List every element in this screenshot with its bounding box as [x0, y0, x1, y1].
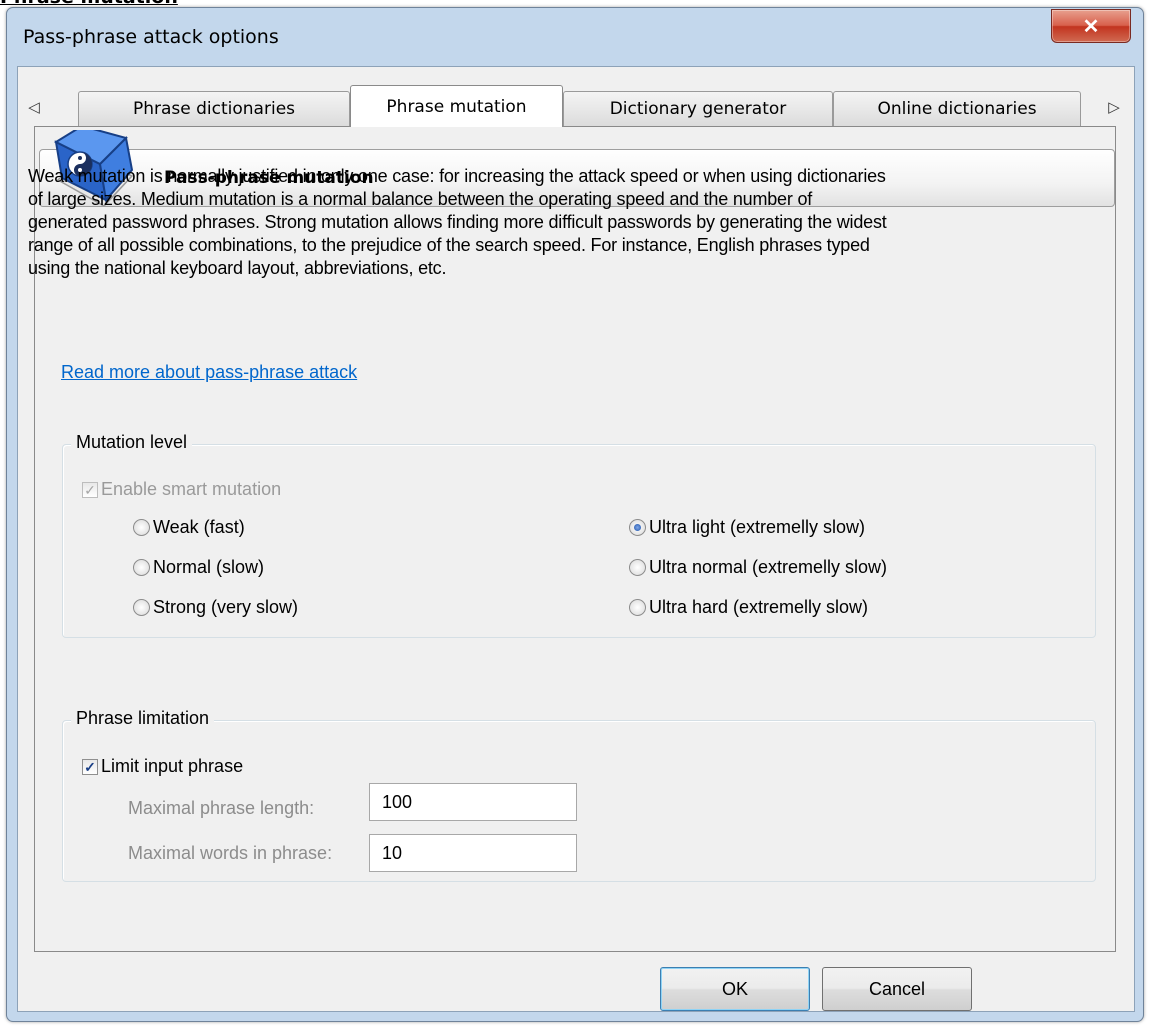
- checkbox-box-checked: ✓: [82, 758, 98, 775]
- tab-label: Phrase mutation: [386, 96, 527, 117]
- radio-weak[interactable]: Weak (fast): [133, 517, 245, 538]
- enable-smart-mutation-checkbox[interactable]: ✓ Enable smart mutation: [82, 479, 281, 500]
- radio-button-selected: [629, 519, 646, 536]
- radio-label: Ultra normal (extremelly slow): [649, 557, 888, 577]
- tab-scroll-right-icon[interactable]: ▷: [1102, 95, 1126, 119]
- close-icon: ✕: [1082, 15, 1100, 38]
- radio-label: Strong (very slow): [153, 597, 299, 617]
- checkbox-box: ✓: [82, 481, 98, 498]
- radio-button: [629, 559, 646, 576]
- tab-strip: ◁ Phrase dictionaries Phrase mutation Di…: [18, 67, 1134, 127]
- button-label: Cancel: [868, 978, 926, 999]
- radio-label: Ultra light (extremelly slow): [649, 517, 866, 537]
- max-words-input[interactable]: [369, 834, 577, 872]
- tab-phrase-mutation[interactable]: Phrase mutation: [350, 85, 563, 127]
- radio-button: [629, 599, 646, 616]
- limit-input-phrase-checkbox[interactable]: ✓ Limit input phrase: [82, 756, 243, 777]
- radio-label: Ultra hard (extremelly slow): [649, 597, 869, 617]
- checkbox-label: Enable smart mutation: [101, 479, 282, 499]
- close-button[interactable]: ✕: [1051, 9, 1131, 43]
- description-line: using the national keyboard layout, abbr…: [28, 258, 447, 278]
- tab-dictionary-generator[interactable]: Dictionary generator: [563, 91, 833, 126]
- radio-normal[interactable]: Normal (slow): [133, 557, 264, 578]
- tab-label: Phrase dictionaries: [132, 99, 296, 119]
- description-text: Weak mutation is normally justified in o…: [28, 165, 1098, 280]
- mutation-level-caption: Mutation level: [71, 432, 193, 453]
- title-bar: Pass-phrase attack options ✕: [7, 8, 1143, 66]
- button-label: OK: [721, 978, 748, 999]
- radio-label: Weak (fast): [153, 517, 245, 537]
- checkbox-label: Limit input phrase: [101, 756, 244, 776]
- description-line: Weak mutation is normally justified in o…: [28, 166, 886, 186]
- tab-scroll-left-icon[interactable]: ◁: [22, 95, 46, 119]
- cancel-button[interactable]: Cancel: [822, 967, 972, 1011]
- phrase-limitation-caption: Phrase limitation: [71, 708, 215, 729]
- radio-ultra-hard[interactable]: Ultra hard (extremelly slow): [629, 597, 868, 618]
- ok-button[interactable]: OK: [660, 967, 810, 1011]
- max-phrase-length-input[interactable]: [369, 783, 577, 821]
- tab-online-dictionaries[interactable]: Online dictionaries: [833, 91, 1081, 126]
- radio-button: [133, 559, 150, 576]
- radio-ultra-light[interactable]: Ultra light (extremelly slow): [629, 517, 865, 538]
- window-title: Pass-phrase attack options: [23, 26, 279, 48]
- description-line: generated password phrases. Strong mutat…: [28, 212, 887, 232]
- radio-label: Normal (slow): [153, 557, 265, 577]
- max-phrase-length-label: Maximal phrase length:: [128, 798, 315, 818]
- tab-label: Online dictionaries: [877, 99, 1037, 119]
- read-more-link[interactable]: Read more about pass-phrase attack: [61, 362, 357, 383]
- tab-label: Dictionary generator: [609, 99, 787, 119]
- radio-strong[interactable]: Strong (very slow): [133, 597, 298, 618]
- max-words-label: Maximal words in phrase:: [128, 843, 333, 863]
- description-line: range of all possible combinations, to t…: [28, 235, 870, 255]
- description-line: of large sizes. Medium mutation is a nor…: [28, 189, 813, 209]
- radio-ultra-normal[interactable]: Ultra normal (extremelly slow): [629, 557, 887, 578]
- tab-phrase-dictionaries[interactable]: Phrase dictionaries: [78, 91, 350, 126]
- radio-button: [133, 519, 150, 536]
- radio-button: [133, 599, 150, 616]
